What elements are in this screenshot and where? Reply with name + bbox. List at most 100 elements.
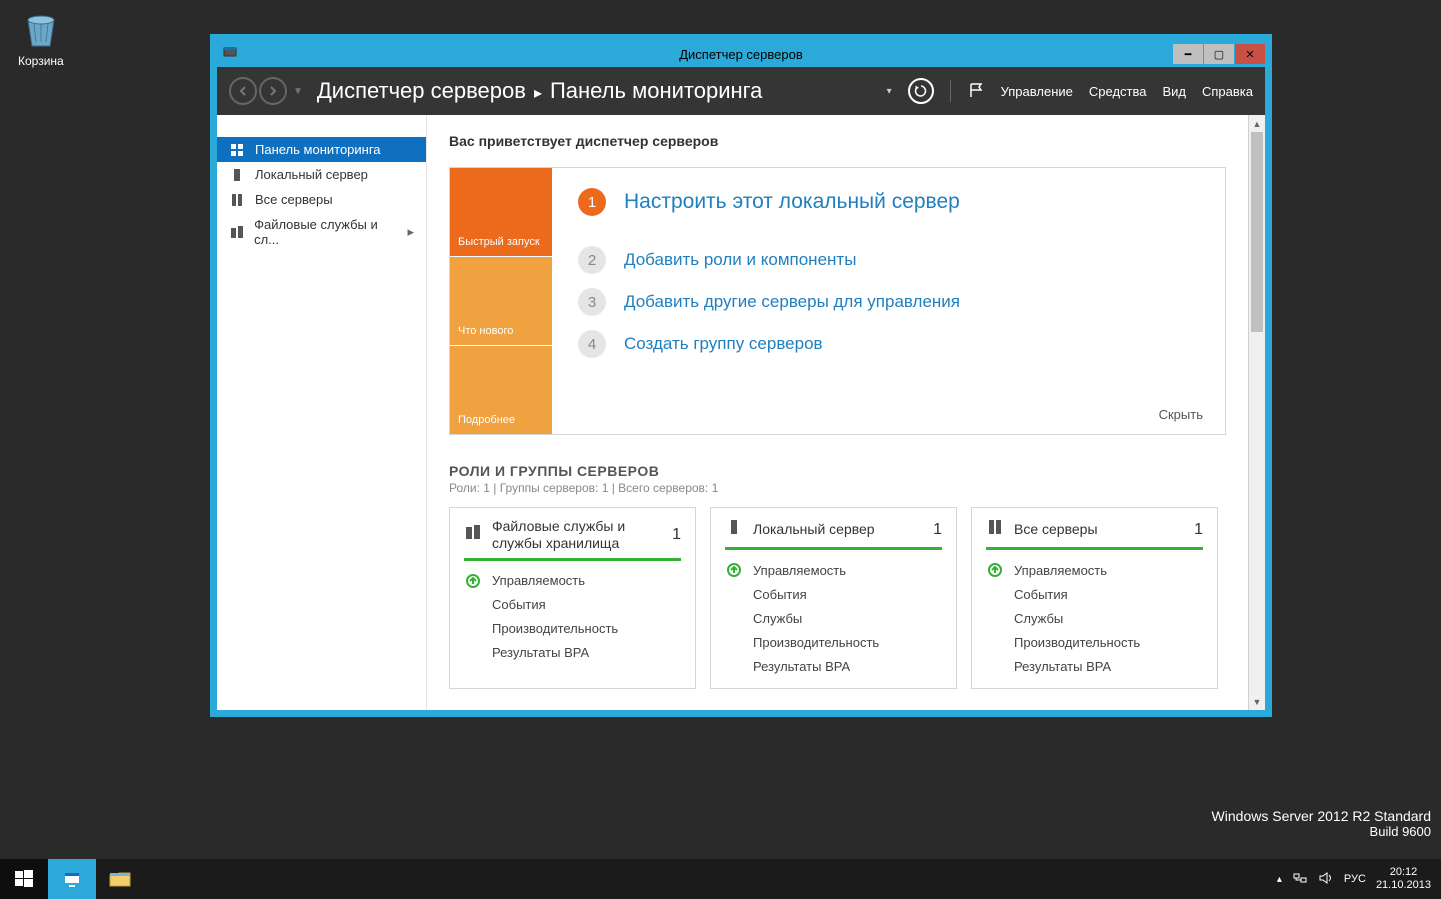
sidebar-item-label: Локальный сервер: [255, 167, 368, 182]
nav-forward-button[interactable]: [259, 77, 287, 105]
tile-row-label[interactable]: Службы: [753, 611, 802, 626]
qs-step-3: 3 Добавить другие серверы для управления: [578, 288, 1199, 316]
minimize-button[interactable]: ━: [1173, 44, 1203, 64]
tray-volume-icon[interactable]: [1318, 870, 1334, 889]
qs-link-create-group[interactable]: Создать группу серверов: [624, 334, 823, 354]
recycle-bin-icon: [20, 8, 62, 50]
status-ok-icon: [725, 561, 743, 579]
tile-row-label[interactable]: События: [492, 597, 546, 612]
desktop-watermark: Windows Server 2012 R2 Standard Build 96…: [1212, 808, 1431, 839]
tile-row-label[interactable]: События: [753, 587, 807, 602]
watermark-line2: Build 9600: [1212, 824, 1431, 839]
qs-tab-whatsnew[interactable]: Что нового: [450, 256, 552, 345]
menu-view[interactable]: Вид: [1162, 84, 1186, 99]
close-button[interactable]: ✕: [1235, 44, 1265, 64]
system-tray: ▴ РУС 20:12 21.10.2013: [1267, 859, 1441, 899]
servers-tile-icon: [986, 518, 1004, 541]
tile-row-label[interactable]: Результаты BPA: [753, 659, 850, 674]
scroll-thumb[interactable]: [1251, 132, 1263, 332]
tile-count: 1: [1194, 521, 1203, 539]
clock-time: 20:12: [1376, 866, 1431, 879]
server-manager-icon: [61, 868, 83, 890]
qs-tab-learnmore[interactable]: Подробнее: [450, 345, 552, 434]
servers-icon: [229, 193, 245, 207]
scroll-track[interactable]: [1249, 132, 1265, 693]
qs-step-2: 2 Добавить роли и компоненты: [578, 246, 1199, 274]
status-ok-icon: [464, 572, 482, 590]
sidebar-item-dashboard[interactable]: Панель мониторинга: [217, 137, 426, 162]
step-number: 1: [578, 188, 606, 216]
tile-row-label[interactable]: Производительность: [753, 635, 879, 650]
tile-row-label[interactable]: Управляемость: [753, 563, 846, 578]
menu-manage[interactable]: Управление: [1001, 84, 1073, 99]
tile-row-label[interactable]: Результаты BPA: [1014, 659, 1111, 674]
hide-link[interactable]: Скрыть: [1159, 407, 1203, 422]
scroll-up-button[interactable]: ▲: [1249, 115, 1265, 132]
sidebar-item-file-services[interactable]: Файловые службы и сл... ▸: [217, 212, 426, 252]
tile-local-server[interactable]: Локальный сервер 1 Управляемость События…: [710, 507, 957, 689]
sidebar-item-all-servers[interactable]: Все серверы: [217, 187, 426, 212]
desktop-recycle-bin[interactable]: Корзина: [18, 8, 64, 68]
qs-link-add-servers[interactable]: Добавить другие серверы для управления: [624, 292, 960, 312]
main-content: Вас приветствует диспетчер серверов Быст…: [427, 115, 1248, 710]
vertical-scrollbar[interactable]: ▲ ▼: [1248, 115, 1265, 710]
file-services-icon: [229, 225, 244, 239]
tile-row-label[interactable]: Управляемость: [1014, 563, 1107, 578]
server-icon: [229, 168, 245, 182]
file-services-tile-icon: [464, 523, 482, 546]
breadcrumb-root[interactable]: Диспетчер серверов: [317, 78, 526, 104]
qs-link-add-roles[interactable]: Добавить роли и компоненты: [624, 250, 856, 270]
quickstart-panel: Быстрый запуск Что нового Подробнее 1 На…: [449, 167, 1226, 435]
clock-date: 21.10.2013: [1376, 879, 1431, 892]
tray-chevron-icon[interactable]: ▴: [1277, 874, 1282, 885]
windows-logo-icon: [13, 868, 35, 890]
notifications-flag-icon[interactable]: [967, 81, 985, 102]
taskbar-server-manager[interactable]: [48, 859, 96, 899]
nav-back-button[interactable]: [229, 77, 257, 105]
start-button[interactable]: [0, 859, 48, 899]
tile-row-label[interactable]: События: [1014, 587, 1068, 602]
nav-dropdown-icon[interactable]: ▼: [293, 86, 303, 97]
tile-row-label[interactable]: Службы: [1014, 611, 1063, 626]
qs-tab-quickstart[interactable]: Быстрый запуск: [450, 168, 552, 256]
tray-language[interactable]: РУС: [1344, 873, 1366, 885]
roles-subheading: Роли: 1 | Группы серверов: 1 | Всего сер…: [449, 481, 1226, 495]
step-number: 3: [578, 288, 606, 316]
breadcrumb-dropdown-icon[interactable]: ▾: [887, 86, 892, 97]
chevron-right-icon: ▸: [407, 224, 414, 240]
tile-row-label[interactable]: Производительность: [492, 621, 618, 636]
folder-icon: [108, 868, 132, 890]
maximize-button[interactable]: ▢: [1204, 44, 1234, 64]
sidebar-item-label: Панель мониторинга: [255, 142, 381, 157]
tile-row-label[interactable]: Производительность: [1014, 635, 1140, 650]
tile-row-label[interactable]: Управляемость: [492, 573, 585, 588]
tray-network-icon[interactable]: [1292, 870, 1308, 889]
tray-clock[interactable]: 20:12 21.10.2013: [1376, 866, 1431, 892]
tile-row-label[interactable]: Результаты BPA: [492, 645, 589, 660]
sidebar: Панель мониторинга Локальный сервер Все …: [217, 115, 427, 710]
taskbar: ▴ РУС 20:12 21.10.2013: [0, 859, 1441, 899]
taskbar-explorer[interactable]: [96, 859, 144, 899]
status-ok-icon: [986, 561, 1004, 579]
qs-step-4: 4 Создать группу серверов: [578, 330, 1199, 358]
scroll-down-button[interactable]: ▼: [1249, 693, 1265, 710]
recycle-bin-label: Корзина: [18, 54, 64, 68]
step-number: 4: [578, 330, 606, 358]
menu-help[interactable]: Справка: [1202, 84, 1253, 99]
tile-file-services[interactable]: Файловые службы и службы хранилища 1 Упр…: [449, 507, 696, 689]
titlebar[interactable]: Диспетчер серверов ━ ▢ ✕: [217, 41, 1265, 67]
watermark-line1: Windows Server 2012 R2 Standard: [1212, 808, 1431, 824]
tile-all-servers[interactable]: Все серверы 1 Управляемость События Служ…: [971, 507, 1218, 689]
breadcrumb: Диспетчер серверов ▸ Панель мониторинга: [317, 78, 763, 104]
sidebar-item-local-server[interactable]: Локальный сервер: [217, 162, 426, 187]
tile-title: Файловые службы и службы хранилища: [492, 518, 662, 552]
refresh-button[interactable]: [908, 78, 934, 104]
breadcrumb-current: Панель мониторинга: [550, 78, 762, 104]
menu-tools[interactable]: Средства: [1089, 84, 1147, 99]
welcome-heading: Вас приветствует диспетчер серверов: [449, 133, 1226, 149]
qs-link-configure[interactable]: Настроить этот локальный сервер: [624, 190, 960, 214]
server-tile-icon: [725, 518, 743, 541]
breadcrumb-separator-icon: ▸: [534, 83, 542, 103]
sidebar-item-label: Все серверы: [255, 192, 333, 207]
step-number: 2: [578, 246, 606, 274]
